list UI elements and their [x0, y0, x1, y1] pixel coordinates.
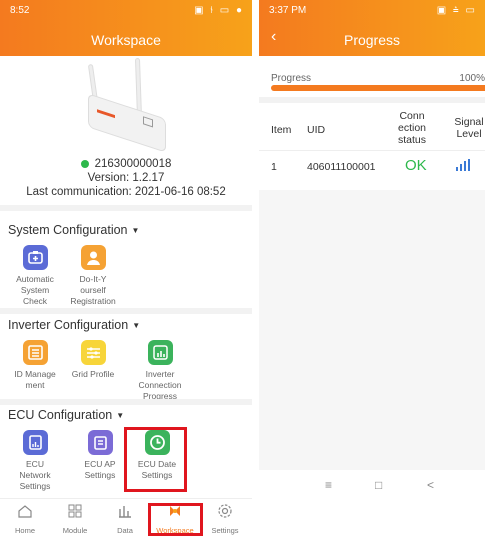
section-title: Inverter Configuration	[8, 318, 129, 332]
section-title: System Configuration	[8, 223, 128, 237]
tile-grid-profile[interactable]: Grid Profile	[63, 340, 123, 380]
caret-down-icon: ▼	[132, 321, 141, 331]
screenshot-gap	[252, 0, 259, 536]
tile-label: Automatic System Check	[16, 274, 54, 306]
row-status-ok: OK	[405, 157, 427, 174]
back-icon[interactable]: <	[427, 478, 434, 492]
highlight-workspace-tab	[148, 503, 203, 536]
highlight-ecu-date-settings	[124, 427, 187, 492]
module-grid-icon	[68, 504, 82, 518]
workspace-header: 8:52 ▣ ⫮ ▭ ● Workspace	[0, 0, 252, 56]
status-time: 8:52	[10, 5, 30, 16]
status-time: 3:37 PM	[269, 5, 307, 16]
tab-label: Data	[117, 526, 133, 535]
home-icon	[18, 505, 32, 518]
tile-label: Do-It-Y ourself Registration	[70, 274, 116, 306]
tile-inverter-connection-progress[interactable]: Inverter Connection Progress	[130, 340, 190, 402]
header-uid: UID	[307, 124, 326, 136]
gear-icon	[218, 504, 232, 518]
section-ecu-configuration[interactable]: ECU Configuration ▼	[8, 408, 124, 422]
tile-ecu-network-settings[interactable]: ECU Network Settings	[5, 430, 65, 492]
workspace-screen: 8:52 ▣ ⫮ ▭ ● Workspace 216300000018 Vers…	[0, 0, 252, 536]
menu-icon[interactable]: ≡	[325, 478, 332, 492]
device-serial-line: 216300000018	[0, 158, 252, 170]
header-connection-status: Conn ection status	[397, 110, 427, 146]
progress-screen: 3:37 PM ▣ ⩮ ▭ ‹ Progress Progress 100% I…	[259, 0, 485, 536]
tile-label: ECU Network Settings	[19, 459, 51, 491]
tab-label: Home	[14, 526, 35, 535]
header-signal-level: Signal Level	[454, 116, 484, 140]
progress-bar	[271, 85, 485, 91]
grid-profile-icon	[80, 340, 106, 365]
tile-label: Grid Profile	[71, 369, 115, 379]
tab-module[interactable]: Module	[50, 503, 100, 535]
caret-down-icon: ▼	[131, 226, 140, 236]
home-square-icon[interactable]: □	[375, 478, 382, 492]
page-title: Progress	[343, 32, 401, 48]
device-version: Version: 1.2.17	[87, 172, 165, 184]
last-communication: Last communication: 2021-06-16 08:52	[26, 186, 226, 198]
tile-ecu-ap-settings[interactable]: ECU AP Settings	[70, 430, 130, 481]
online-status-dot	[80, 159, 89, 168]
progress-header: 3:37 PM ▣ ⩮ ▭ ‹ Progress	[259, 0, 485, 56]
signal-bars-icon	[455, 158, 471, 176]
bottom-tab-bar: Home Module Data Workspace Settings	[0, 498, 252, 536]
page-title: Workspace	[91, 32, 161, 48]
system-nav-bar: ≡ □ <	[259, 470, 485, 500]
device-serial: 216300000018	[94, 158, 172, 170]
device-card: 216300000018 Version: 1.2.17 Last commun…	[0, 56, 252, 200]
progress-percent: 100%	[459, 73, 485, 84]
data-bars-icon	[119, 506, 131, 518]
ecu-network-icon	[22, 430, 48, 455]
tile-diy-registration[interactable]: Do-It-Y ourself Registration	[63, 245, 123, 307]
tile-label: ECU AP Settings	[84, 459, 116, 480]
divider	[0, 399, 252, 405]
empty-area	[259, 190, 485, 470]
divider	[259, 97, 485, 103]
tile-automatic-system-check[interactable]: Automatic System Check	[5, 245, 65, 307]
progress-label: Progress	[271, 73, 312, 84]
tab-home[interactable]: Home	[0, 503, 50, 535]
person-icon	[80, 245, 106, 270]
row-uid: 406011100001	[307, 161, 376, 173]
row-divider	[259, 150, 485, 151]
section-system-configuration[interactable]: System Configuration ▼	[8, 223, 139, 237]
tab-data[interactable]: Data	[100, 503, 150, 535]
header-item: Item	[271, 124, 292, 136]
status-icons: ▣ ⫮ ▭ ●	[194, 5, 244, 16]
tab-settings[interactable]: Settings	[200, 503, 250, 535]
section-inverter-configuration[interactable]: Inverter Configuration ▼	[8, 318, 140, 332]
progress-fill	[271, 85, 485, 91]
divider	[0, 308, 252, 314]
tile-label: Inverter Connection Progress	[138, 369, 182, 401]
status-icons: ▣ ⩮ ▭	[436, 5, 477, 16]
section-title: ECU Configuration	[8, 408, 113, 422]
divider	[0, 205, 252, 211]
system-check-icon	[22, 245, 48, 270]
tile-label: ID Manage ment	[14, 369, 56, 390]
tab-label: Module	[62, 526, 88, 535]
inverter-progress-icon	[147, 340, 173, 365]
caret-down-icon: ▼	[116, 411, 125, 421]
ecu-device-image	[88, 93, 166, 153]
row-item: 1	[271, 161, 277, 173]
tab-label: Settings	[211, 526, 239, 535]
ecu-ap-icon	[87, 430, 113, 455]
id-manage-icon	[22, 340, 48, 365]
tile-id-management[interactable]: ID Manage ment	[5, 340, 65, 391]
